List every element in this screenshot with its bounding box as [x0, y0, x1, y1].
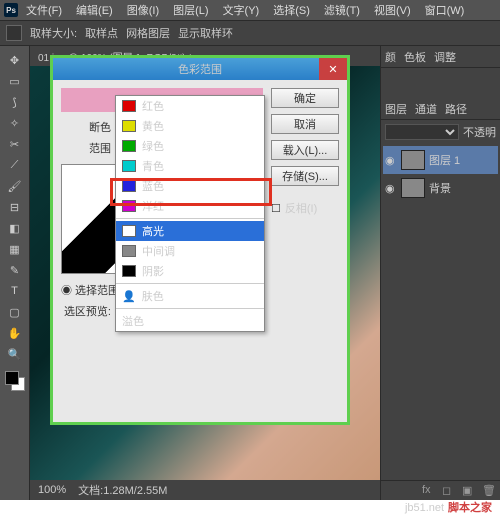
layer-name[interactable]: 背景 [429, 180, 451, 196]
zoom-tool-icon[interactable]: 🔍 [4, 344, 26, 364]
main-menu-bar: Ps 文件(F) 编辑(E) 图像(I) 图层(L) 文字(Y) 选择(S) 滤… [0, 0, 500, 20]
ok-button[interactable]: 确定 [271, 88, 339, 108]
tab-swatch[interactable]: 色板 [404, 49, 426, 65]
tools-panel: ✥ ▭ ⟆ ✧ ✂ ⟋ 🖌 ⊟ ◧ ▦ ✎ T ▢ ✋ 🔍 [0, 46, 30, 500]
doc-size: 文档:1.28M/2.55M [78, 482, 167, 498]
lasso-tool-icon[interactable]: ⟆ [4, 92, 26, 112]
type-tool-icon[interactable]: T [4, 281, 26, 301]
menu-layer[interactable]: 图层(L) [167, 0, 214, 20]
stamp-tool-icon[interactable]: ⊟ [4, 197, 26, 217]
invert-checkbox[interactable]: ☐ 反相(I) [271, 200, 339, 216]
new-layer-icon[interactable]: ▣ [462, 484, 476, 498]
menu-image[interactable]: 图像(I) [121, 0, 165, 20]
menu-type[interactable]: 文字(Y) [217, 0, 266, 20]
dropdown-item-magenta[interactable]: 洋红 [116, 196, 264, 216]
right-panels: 颜 色板 调整 图层 通道 路径 不透明 ◉ 图层 1 [380, 46, 500, 500]
dropdown-item-skin[interactable]: 👤肤色 [116, 286, 264, 306]
menu-edit[interactable]: 编辑(E) [70, 0, 119, 20]
ps-logo-icon: Ps [4, 3, 18, 17]
layer-row-1[interactable]: ◉ 图层 1 [383, 146, 498, 174]
layer-row-bg[interactable]: ◉ 背景 [383, 174, 498, 202]
options-bar: 取样大小: 取样点 网格图层 显示取样环 [0, 20, 500, 46]
dropdown-item-outofgamut[interactable]: 溢色 [116, 311, 264, 331]
visibility-icon[interactable]: ◉ [385, 182, 397, 194]
opacity-label: 不透明 [463, 124, 496, 140]
dropdown-item-yellow[interactable]: 黄色 [116, 116, 264, 136]
menu-select[interactable]: 选择(S) [267, 0, 316, 20]
visibility-icon[interactable]: ◉ [385, 154, 397, 166]
eyedropper-icon[interactable]: ⟋ [4, 155, 26, 175]
dialog-titlebar[interactable]: 色彩范围 ✕ [53, 58, 347, 80]
tab-layers[interactable]: 图层 [385, 101, 407, 117]
wand-tool-icon[interactable]: ✧ [4, 113, 26, 133]
cancel-button[interactable]: 取消 [271, 114, 339, 134]
sample-size-label: 取样大小: [30, 25, 77, 41]
crop-tool-icon[interactable]: ✂ [4, 134, 26, 154]
dropdown-item-cyan[interactable]: 青色 [116, 156, 264, 176]
save-button[interactable]: 存储(S)... [271, 166, 339, 186]
shape-tool-icon[interactable]: ▢ [4, 302, 26, 322]
trash-icon[interactable]: 🗑 [482, 484, 496, 498]
show-ring-checkbox[interactable]: 显示取样环 [178, 25, 233, 41]
dropdown-item-shadows[interactable]: 阴影 [116, 261, 264, 281]
eraser-tool-icon[interactable]: ◧ [4, 218, 26, 238]
close-icon[interactable]: ✕ [319, 58, 347, 80]
fx-icon[interactable]: fx [422, 484, 436, 498]
dropdown-item-red[interactable]: 红色 [116, 96, 264, 116]
tab-channels[interactable]: 通道 [415, 101, 437, 117]
marquee-tool-icon[interactable]: ▭ [4, 71, 26, 91]
eyedropper-tool-icon[interactable] [6, 25, 22, 41]
dialog-title: 色彩范围 [178, 61, 222, 77]
mask-icon[interactable]: ◻ [442, 484, 456, 498]
status-bar: 100% 文档:1.28M/2.55M [30, 480, 380, 500]
sample-point-value[interactable]: 取样点 [85, 25, 118, 41]
zoom-level[interactable]: 100% [38, 484, 66, 496]
sample-layers-label[interactable]: 网格图层 [126, 25, 170, 41]
layer-name[interactable]: 图层 1 [429, 152, 460, 168]
layer-thumbnail [401, 150, 425, 170]
menu-view[interactable]: 视图(V) [368, 0, 417, 20]
menu-window[interactable]: 窗口(W) [419, 0, 471, 20]
hand-tool-icon[interactable]: ✋ [4, 323, 26, 343]
tab-adjust[interactable]: 调整 [434, 49, 456, 65]
watermark: jb51.net 脚本之家 [405, 498, 492, 515]
dropdown-item-midtones[interactable]: 中间调 [116, 241, 264, 261]
layer-thumbnail [401, 178, 425, 198]
color-swatches[interactable] [5, 371, 25, 391]
brush-tool-icon[interactable]: 🖌 [4, 176, 26, 196]
fuzziness-label: 范围 [61, 140, 111, 156]
gradient-tool-icon[interactable]: ▦ [4, 239, 26, 259]
dropdown-item-green[interactable]: 绿色 [116, 136, 264, 156]
dropdown-item-blue[interactable]: 蓝色 [116, 176, 264, 196]
dropdown-item-highlights[interactable]: 高光 [116, 221, 264, 241]
layer-kind-select[interactable] [385, 124, 459, 140]
tab-paths[interactable]: 路径 [445, 101, 467, 117]
load-button[interactable]: 载入(L)... [271, 140, 339, 160]
select-dropdown-list: 红色 黄色 绿色 青色 蓝色 洋红 高光 中间调 阴影 👤肤色 溢色 [115, 95, 265, 332]
pen-tool-icon[interactable]: ✎ [4, 260, 26, 280]
preview-label: 选区预览: [61, 303, 111, 319]
menu-filter[interactable]: 滤镜(T) [318, 0, 366, 20]
move-tool-icon[interactable]: ✥ [4, 50, 26, 70]
select-label: 断色 [61, 119, 111, 135]
tab-color[interactable]: 颜 [385, 49, 396, 65]
menu-file[interactable]: 文件(F) [20, 0, 68, 20]
